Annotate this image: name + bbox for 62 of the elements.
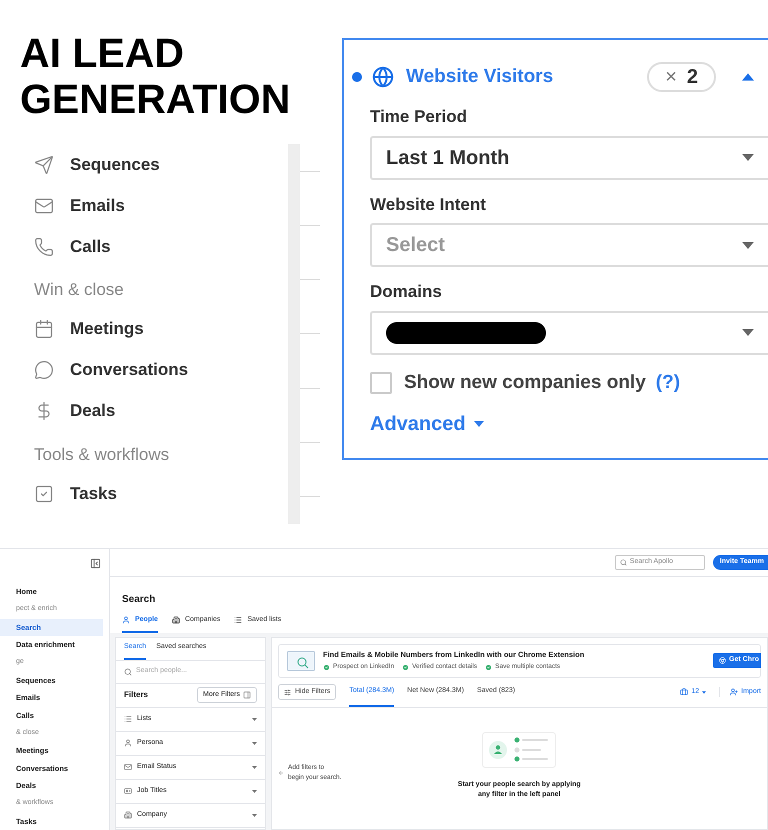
field-label: Domains — [370, 281, 442, 303]
dropdown-field[interactable]: Last 1 Month — [370, 136, 768, 180]
caret-icon — [742, 154, 754, 161]
mail-icon — [124, 763, 132, 771]
panel-icon — [243, 691, 251, 699]
caret-icon — [474, 421, 484, 427]
search-icon — [124, 668, 132, 676]
dropdown-field[interactable] — [370, 310, 768, 354]
arrow-left-icon — [278, 770, 284, 776]
headline: AI LEAD GENERATION — [19, 29, 290, 122]
caret-icon — [252, 790, 257, 792]
count-chip[interactable]: × 2 — [647, 62, 716, 92]
checkbox-label: Show new companies only — [404, 370, 646, 394]
field-label: Time Period — [370, 106, 467, 128]
sliders-icon — [284, 688, 291, 696]
chat-bubble-icon — [34, 360, 54, 380]
help-link[interactable]: (?) — [656, 368, 680, 397]
caret-icon — [742, 329, 754, 336]
send-icon — [34, 154, 54, 174]
section-heading: Tools & workflows — [34, 444, 170, 466]
calendar-icon — [34, 319, 54, 339]
check-circle-icon — [485, 664, 492, 671]
mail-icon — [34, 196, 54, 216]
caret-icon — [252, 742, 257, 744]
search-icon — [620, 559, 627, 566]
collapse-sidebar-icon[interactable] — [90, 558, 101, 568]
check-circle-icon — [402, 664, 410, 671]
phone-icon — [34, 236, 54, 256]
nav-item[interactable]: Deals — [70, 398, 116, 424]
filter-title[interactable]: Website Visitors — [406, 62, 554, 92]
filters-heading: Filters — [124, 689, 148, 701]
field-label: Website Intent — [370, 194, 486, 216]
building-icon — [124, 811, 132, 819]
globe-icon — [372, 66, 394, 88]
person-add-icon — [730, 688, 738, 696]
person-icon — [122, 616, 130, 624]
building-icon — [172, 616, 180, 624]
caret-icon — [252, 766, 257, 768]
advanced-link[interactable]: Advanced — [370, 409, 484, 439]
caret-icon — [742, 242, 754, 248]
section-heading: Win & close — [34, 279, 124, 301]
page-title: Search — [122, 593, 156, 607]
badge-icon — [124, 787, 132, 795]
caret-icon — [252, 718, 257, 720]
checkbox-icon — [34, 484, 54, 504]
nav-item[interactable]: Tasks — [70, 480, 117, 506]
caret-icon — [702, 690, 706, 694]
nav-item[interactable]: Sequences — [70, 152, 160, 178]
person-icon — [124, 739, 132, 747]
list-icon — [234, 616, 242, 624]
nav-item[interactable]: Meetings — [70, 316, 144, 342]
nav-item[interactable]: Emails — [70, 192, 125, 218]
check-circle-icon — [323, 664, 330, 671]
checkbox[interactable] — [370, 372, 392, 394]
magnifier-illustration-icon — [287, 650, 315, 670]
briefcase-icon — [680, 688, 688, 696]
caret-icon — [252, 814, 257, 816]
nav-item[interactable]: Calls — [70, 234, 111, 260]
nav-item[interactable]: Conversations — [70, 357, 188, 383]
list-icon — [124, 715, 132, 723]
collapse-caret-icon[interactable] — [742, 73, 754, 81]
browser-icon — [719, 657, 726, 664]
